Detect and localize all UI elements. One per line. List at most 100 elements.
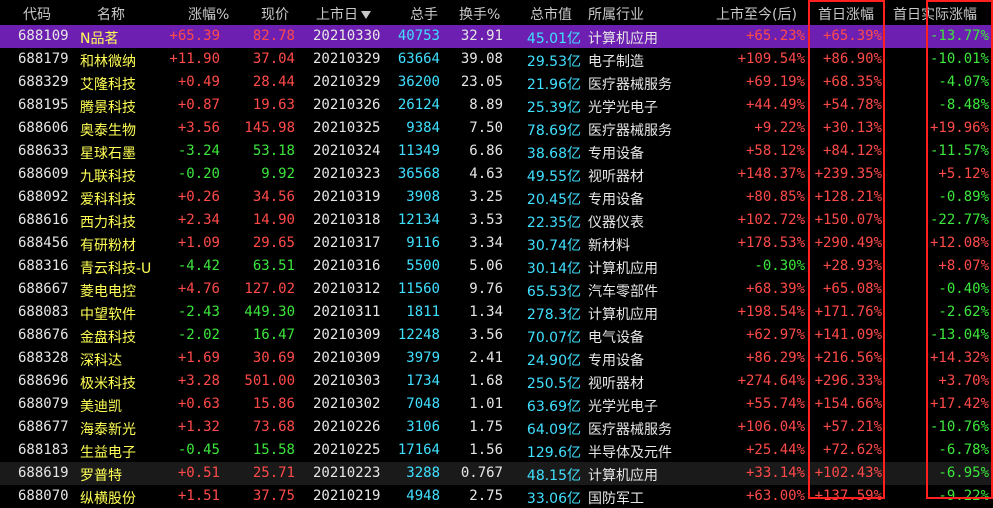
table-row[interactable]: 688328 深科达 +1.69 30.69 20210309 3979 2.41 24.90… xyxy=(0,347,993,370)
cell-first-day-rise: +65.39% xyxy=(822,28,882,44)
cell-name: 菱电电控 xyxy=(80,284,136,300)
cell-name: 中望软件 xyxy=(80,307,136,323)
table-row[interactable]: 688696 极米科技 +3.28 501.00 20210303 1734 1.68 250… xyxy=(0,370,993,393)
cell-code: 688606 xyxy=(18,120,69,136)
cell-price: 19.63 xyxy=(252,97,295,113)
cell-list-date: 20210318 xyxy=(313,212,381,228)
cell-volume: 1734 xyxy=(406,373,440,389)
cell-name: 西力科技 xyxy=(80,215,136,231)
col-name[interactable]: 名称 xyxy=(97,4,125,24)
cell-turnover: 23.05 xyxy=(460,74,503,90)
table-row[interactable]: 688079 美迪凯 +0.63 15.86 20210302 7048 1.01 63.69… xyxy=(0,393,993,416)
cell-industry: 仪器仪表 xyxy=(588,215,644,231)
cell-change: -2.43 xyxy=(177,304,220,320)
cell-name: 和林微纳 xyxy=(80,54,136,70)
table-row[interactable]: 688183 生益电子 -0.45 15.58 20210225 17164 1.56 129… xyxy=(0,439,993,462)
cell-first-day-actual: -0.40% xyxy=(938,281,989,297)
cell-since-listing: +178.53% xyxy=(737,235,805,251)
cell-market-cap: 30.74亿 xyxy=(526,238,581,254)
cell-turnover: 7.50 xyxy=(469,120,503,136)
cell-first-day-actual: -13.04% xyxy=(929,327,989,343)
col-price[interactable]: 现价 xyxy=(261,4,289,24)
cell-first-day-actual: -13.77% xyxy=(929,28,989,44)
col-first-day-actual[interactable]: 首日实际涨幅 xyxy=(893,4,977,24)
cell-volume: 17164 xyxy=(397,442,440,458)
col-first-day-rise[interactable]: 首日涨幅 xyxy=(818,4,874,24)
cell-change: +3.28 xyxy=(177,373,220,389)
col-list-date-label: 上市日 xyxy=(316,7,358,23)
table-row[interactable]: 688633 星球石墨 -3.24 53.18 20210324 11349 6.86 38.… xyxy=(0,140,993,163)
cell-change: +1.51 xyxy=(177,488,220,504)
table-row[interactable]: 688329 艾隆科技 +0.49 28.44 20210329 36200 23.05 21… xyxy=(0,71,993,94)
cell-change: -0.45 xyxy=(177,442,220,458)
table-row[interactable]: 688092 爱科科技 +0.26 34.56 20210319 3908 3.25 20.4… xyxy=(0,186,993,209)
cell-industry: 新材料 xyxy=(588,238,630,254)
cell-volume: 3288 xyxy=(406,465,440,481)
cell-change: +65.39 xyxy=(169,28,220,44)
col-volume[interactable]: 总手 xyxy=(410,4,438,24)
cell-code: 688070 xyxy=(18,488,69,504)
col-code[interactable]: 代码 xyxy=(23,4,51,24)
cell-code: 688329 xyxy=(18,74,69,90)
cell-since-listing: +148.37% xyxy=(737,166,805,182)
table-row[interactable]: 688609 九联科技 -0.20 9.92 20210323 36568 4.63 49.5… xyxy=(0,163,993,186)
cell-since-listing: +69.19% xyxy=(745,74,805,90)
cell-turnover: 8.89 xyxy=(469,97,503,113)
table-row[interactable]: 688070 纵横股份 +1.51 37.75 20210219 4948 2.75 33.0… xyxy=(0,485,993,508)
table-row[interactable]: 688616 西力科技 +2.34 14.90 20210318 12134 3.53 22.… xyxy=(0,209,993,232)
table-row[interactable]: 688456 有研粉材 +1.09 29.65 20210317 9116 3.34 30.7… xyxy=(0,232,993,255)
cell-volume: 3106 xyxy=(406,419,440,435)
col-since-listing[interactable]: 上市至今(后) xyxy=(716,4,797,24)
cell-list-date: 20210319 xyxy=(313,189,381,205)
table-row[interactable]: 688677 海泰新光 +1.32 73.68 20210226 3106 1.75 64.0… xyxy=(0,416,993,439)
cell-industry: 专用设备 xyxy=(588,146,644,162)
cell-since-listing: +106.04% xyxy=(737,419,805,435)
cell-price: 16.47 xyxy=(252,327,295,343)
cell-turnover: 3.34 xyxy=(469,235,503,251)
table-row[interactable]: 688083 中望软件 -2.43 449.30 20210311 1811 1.34 278… xyxy=(0,301,993,324)
cell-since-listing: -0.30% xyxy=(754,258,805,274)
cell-market-cap: 24.90亿 xyxy=(526,353,581,369)
cell-name: 深科达 xyxy=(80,353,122,369)
cell-change: +0.49 xyxy=(177,74,220,90)
cell-list-date: 20210326 xyxy=(313,97,381,113)
cell-list-date: 20210303 xyxy=(313,373,381,389)
cell-first-day-actual: -4.07% xyxy=(938,74,989,90)
col-market-cap[interactable]: 总市值 xyxy=(530,4,572,24)
cell-code: 688109 xyxy=(18,28,69,44)
col-list-date[interactable]: 上市日 xyxy=(316,4,371,24)
table-row[interactable]: 688667 菱电电控 +4.76 127.02 20210312 11560 9.76 65… xyxy=(0,278,993,301)
table-row[interactable]: 688606 奥泰生物 +3.56 145.98 20210325 9384 7.50 78.… xyxy=(0,117,993,140)
cell-industry: 光学光电子 xyxy=(588,399,658,415)
cell-since-listing: +55.74% xyxy=(745,396,805,412)
cell-market-cap: 250.5亿 xyxy=(526,376,581,392)
col-industry[interactable]: 所属行业 xyxy=(588,4,644,24)
cell-first-day-rise: +141.09% xyxy=(814,327,882,343)
cell-list-date: 20210226 xyxy=(313,419,381,435)
table-row[interactable]: 688676 金盘科技 -2.02 16.47 20210309 12248 3.56 70.… xyxy=(0,324,993,347)
table-row[interactable]: 688195 腾景科技 +0.87 19.63 20210326 26124 8.89 25.… xyxy=(0,94,993,117)
table-row[interactable]: 688316 青云科技-U -4.42 63.51 20210316 5500 5.06 30… xyxy=(0,255,993,278)
cell-change: -2.02 xyxy=(177,327,220,343)
cell-volume: 40753 xyxy=(397,28,440,44)
cell-first-day-rise: +28.93% xyxy=(822,258,882,274)
cell-list-date: 20210323 xyxy=(313,166,381,182)
cell-market-cap: 22.35亿 xyxy=(526,215,581,231)
cell-market-cap: 48.15亿 xyxy=(526,468,581,484)
col-change[interactable]: 涨幅% xyxy=(188,4,229,24)
cell-change: +4.76 xyxy=(177,281,220,297)
table-row[interactable]: 688619 罗普特 +0.51 25.71 20210223 3288 0.767 48.1… xyxy=(0,462,993,485)
cell-first-day-rise: +54.78% xyxy=(822,97,882,113)
cell-name: 纵横股份 xyxy=(80,491,136,507)
cell-volume: 4948 xyxy=(406,488,440,504)
table-row[interactable]: 688179 和林微纳 +11.90 37.04 20210329 63664 39.08 2… xyxy=(0,48,993,71)
col-turnover[interactable]: 换手% xyxy=(459,4,500,24)
table-row[interactable]: 688109 N品茗 +65.39 82.78 20210330 40753 32.91 45… xyxy=(0,25,993,48)
cell-first-day-actual: -10.76% xyxy=(929,419,989,435)
cell-change: -0.20 xyxy=(177,166,220,182)
cell-industry: 医疗器械服务 xyxy=(588,77,672,93)
cell-turnover: 2.41 xyxy=(469,350,503,366)
cell-first-day-rise: +171.76% xyxy=(814,304,882,320)
cell-since-listing: +109.54% xyxy=(737,51,805,67)
cell-volume: 11560 xyxy=(397,281,440,297)
